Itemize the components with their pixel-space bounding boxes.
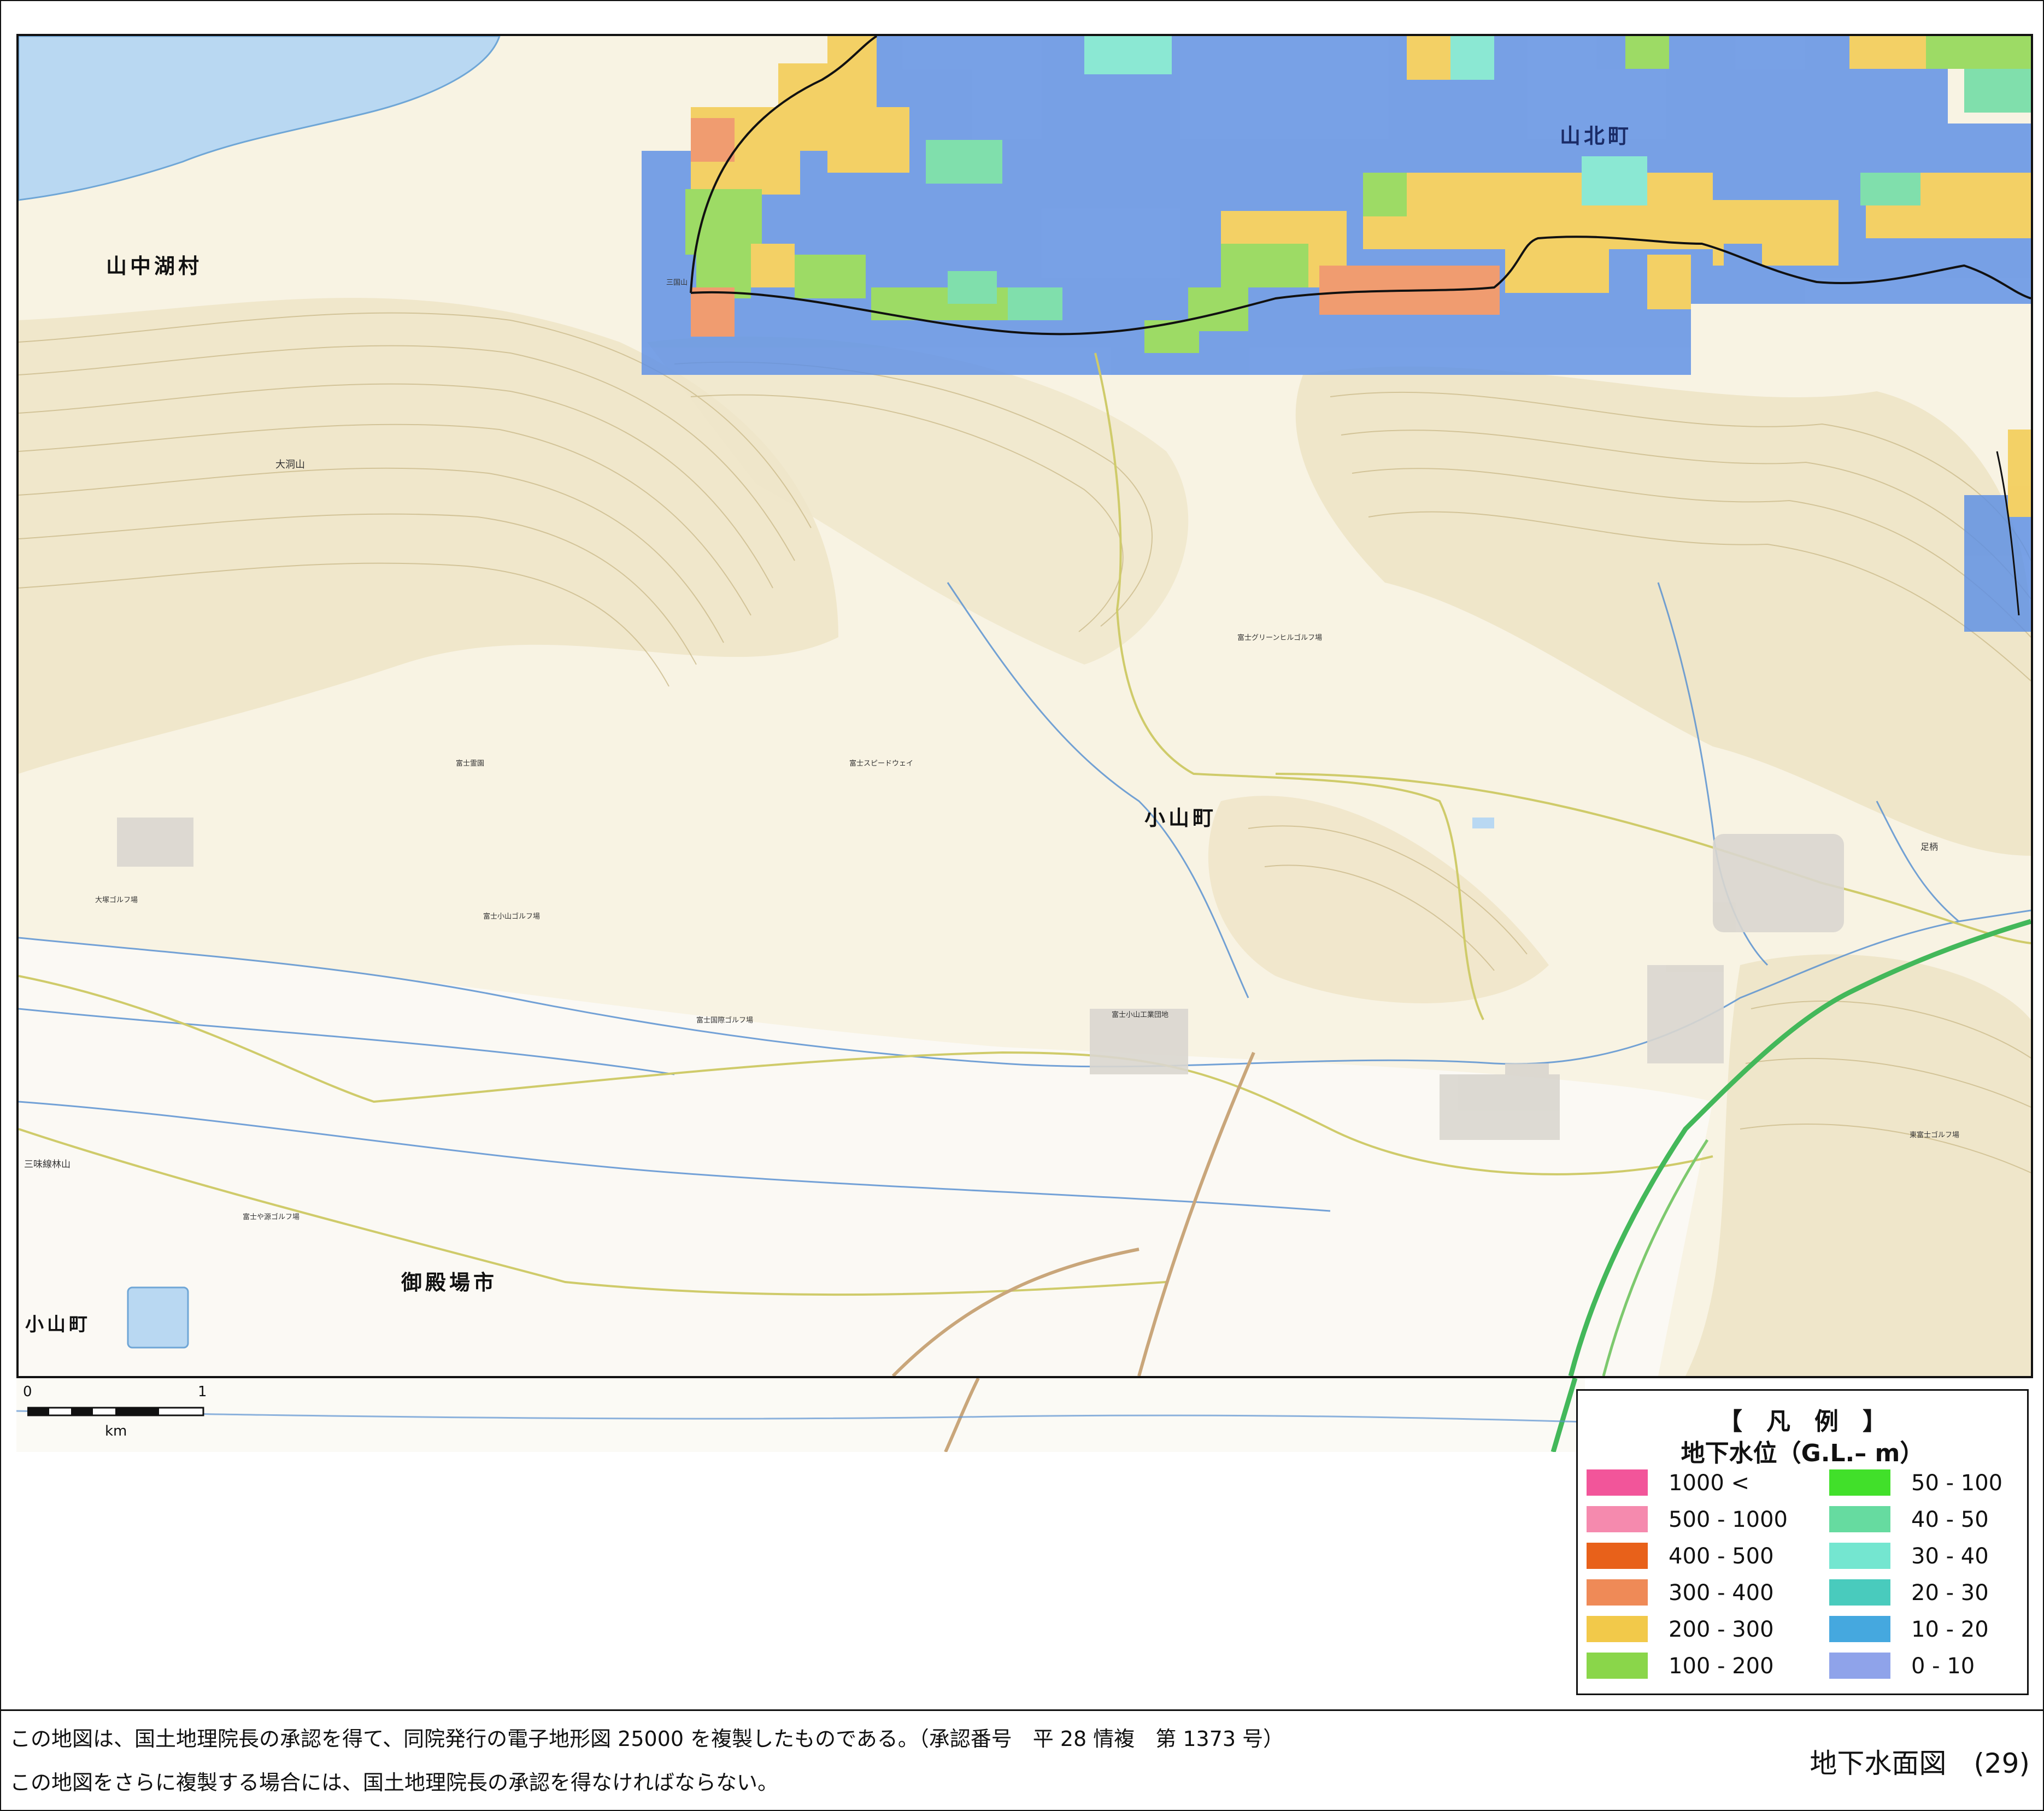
label-ohira-golf: 大塚ゴルフ場 xyxy=(95,896,138,904)
map-lower-extension xyxy=(16,1378,1585,1452)
label-fuji-oyama-industrial: 富士小山工業団地 xyxy=(1112,1011,1169,1019)
map-sheet: 山中湖村 山北町 小山町 御殿場市 小山町 三国山 大洞山 富士スピードウェイ … xyxy=(0,0,2044,1811)
footer: この地図は、国土地理院長の承認を得て、同院発行の電子地形図 25000 を複製し… xyxy=(1,1709,2043,1810)
legend-swatch xyxy=(1587,1543,1648,1569)
label-mikuni-yama: 三国山 xyxy=(666,279,688,287)
label-yamakita-town: 山北町 xyxy=(1560,124,1632,148)
legend-subtitle: 地下水位（G.L.– m） xyxy=(1681,1439,1924,1467)
label-tokyo-fuji-golf: 東富士ゴルフ場 xyxy=(1910,1131,1960,1139)
label-sanmi-rinsan: 三味線林山 xyxy=(24,1159,71,1170)
label-gotemba-city: 御殿場市 xyxy=(401,1271,498,1295)
legend-swatch xyxy=(1587,1469,1648,1496)
label-yamanakako-village: 山中湖村 xyxy=(106,254,203,278)
scale-bar-graphic xyxy=(27,1407,204,1416)
label-fujiyama-golf: 富士や源ゴルフ場 xyxy=(243,1213,300,1221)
legend-swatch xyxy=(1587,1653,1648,1679)
legend-swatch xyxy=(1587,1579,1648,1606)
legend-swatch xyxy=(1829,1469,1890,1496)
legend-swatch xyxy=(1829,1506,1890,1532)
map-canvas xyxy=(19,36,2031,1376)
scale-one: 1 xyxy=(198,1384,207,1400)
label-oyama-town-sw: 小山町 xyxy=(25,1314,91,1336)
label-fuji-speedway: 富士スピードウェイ xyxy=(849,760,914,768)
label-fuji-green-hill-golf: 富士グリーンヒルゴルフ場 xyxy=(1237,634,1323,642)
reproduction-note: この地図をさらに複製する場合には、国土地理院長の承認を得なければならない。 xyxy=(10,1771,779,1795)
legend-label: 1000 < xyxy=(1669,1471,1750,1496)
legend-label: 10 - 20 xyxy=(1911,1617,1989,1642)
topographic-map[interactable]: 山中湖村 山北町 小山町 御殿場市 小山町 三国山 大洞山 富士スピードウェイ … xyxy=(16,34,2033,1378)
legend-swatch xyxy=(1829,1616,1890,1642)
scale-bar: 0 1 km xyxy=(23,1384,220,1449)
legend-label: 400 - 500 xyxy=(1669,1544,1774,1569)
legend-title: 【 凡 例 】 xyxy=(1718,1408,1887,1436)
label-ohora-yama: 大洞山 xyxy=(275,459,305,471)
legend-label: 0 - 10 xyxy=(1911,1654,1975,1679)
legend-label: 100 - 200 xyxy=(1669,1654,1774,1679)
label-fuji-reien: 富士霊園 xyxy=(456,760,485,768)
legend-label: 20 - 30 xyxy=(1911,1580,1989,1606)
legend: 【 凡 例 】 地下水位（G.L.– m） 1000 < 500 - 1000 … xyxy=(1576,1389,2029,1695)
label-fuji-oyama-golf: 富士小山ゴルフ場 xyxy=(483,913,541,921)
legend-swatch xyxy=(1829,1653,1890,1679)
legend-swatch xyxy=(1587,1616,1648,1642)
legend-swatch xyxy=(1829,1543,1890,1569)
label-oyama-town: 小山町 xyxy=(1144,806,1217,830)
scale-unit: km xyxy=(105,1423,127,1439)
sheet-title: 地下水面図 (29) xyxy=(1810,1748,2030,1779)
label-adachi: 足柄 xyxy=(1920,842,1939,852)
legend-label: 200 - 300 xyxy=(1669,1617,1774,1642)
copyright-note: この地図は、国土地理院長の承認を得て、同院発行の電子地形図 25000 を複製し… xyxy=(10,1727,1284,1751)
legend-swatch xyxy=(1587,1506,1648,1532)
legend-label: 40 - 50 xyxy=(1911,1507,1989,1532)
legend-swatch xyxy=(1829,1579,1890,1606)
legend-label: 500 - 1000 xyxy=(1669,1507,1788,1532)
map-extension-canvas xyxy=(16,1378,1585,1452)
scale-zero: 0 xyxy=(23,1384,32,1400)
label-fuji-kokusai-golf: 富士国際ゴルフ場 xyxy=(696,1016,754,1025)
legend-label: 50 - 100 xyxy=(1911,1471,2003,1496)
legend-label: 30 - 40 xyxy=(1911,1544,1989,1569)
legend-label: 300 - 400 xyxy=(1669,1580,1774,1606)
